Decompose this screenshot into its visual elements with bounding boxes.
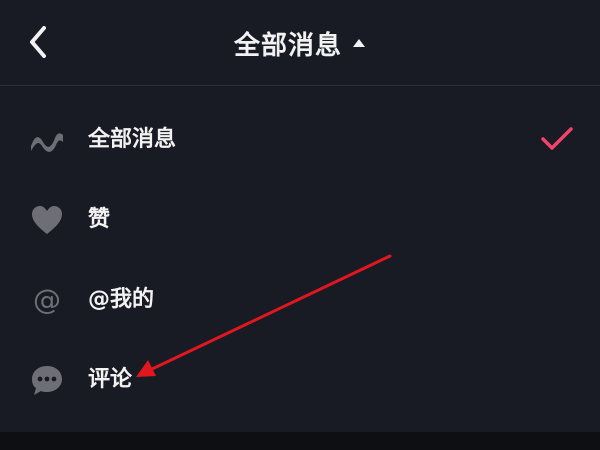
comment-bubble-icon: [32, 366, 62, 395]
at-sign-icon: @: [33, 283, 61, 316]
page-title: 全部消息: [233, 30, 342, 61]
menu-item-comments[interactable]: 评论: [0, 340, 600, 420]
menu-item-mentions[interactable]: @ @我的: [0, 260, 600, 340]
menu-item-label: 赞: [88, 207, 111, 232]
svg-text:@: @: [33, 283, 61, 316]
triangle-up-icon: [353, 39, 365, 47]
message-filter-dropdown[interactable]: 全部消息: [0, 0, 600, 86]
heart-icon: [32, 206, 62, 234]
menu-item-label: 全部消息: [88, 127, 177, 152]
menu-item-likes[interactable]: 赞: [0, 180, 600, 260]
activity-wave-icon: [31, 133, 63, 152]
header-divider: [0, 85, 600, 86]
menu-item-label: @我的: [88, 287, 155, 312]
checkmark-icon: [541, 127, 573, 150]
bottom-bar: [0, 432, 600, 450]
menu-item-all-messages[interactable]: 全部消息: [0, 100, 600, 180]
top-bar: 全部消息: [0, 0, 600, 86]
menu-item-label: 评论: [88, 367, 133, 392]
